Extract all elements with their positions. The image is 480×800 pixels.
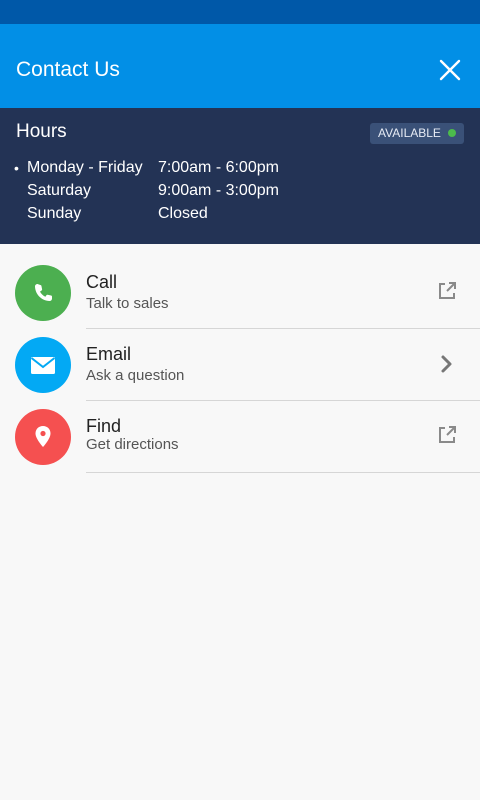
contact-item-find[interactable]: Find Get directions xyxy=(0,401,480,473)
app-bar: Contact Us xyxy=(0,24,480,108)
close-icon xyxy=(439,59,461,81)
chevron-right-icon[interactable] xyxy=(436,353,458,375)
envelope-icon-circle xyxy=(15,337,71,393)
status-dot-icon xyxy=(448,129,456,137)
contact-subtitle: Get directions xyxy=(86,436,179,453)
hours-day: Saturday xyxy=(27,182,92,199)
hours-time: Closed xyxy=(158,205,208,222)
bullet-icon: • xyxy=(14,160,19,176)
status-badge: AVAILABLE xyxy=(370,123,464,144)
external-link-icon[interactable] xyxy=(436,280,458,302)
phone-icon-circle xyxy=(15,265,71,321)
divider xyxy=(86,472,480,473)
contact-title: Find xyxy=(86,416,122,436)
status-bar xyxy=(0,0,480,24)
hours-time: 7:00am - 6:00pm xyxy=(158,159,279,176)
page-title: Contact Us xyxy=(16,58,120,81)
hours-day: Monday - Friday xyxy=(27,159,143,176)
contact-item-call[interactable]: Call Talk to sales xyxy=(0,257,480,329)
status-badge-label: AVAILABLE xyxy=(378,126,441,140)
phone-icon xyxy=(35,284,52,301)
external-link-icon[interactable] xyxy=(436,424,458,446)
contact-title: Call xyxy=(86,272,118,292)
close-button[interactable] xyxy=(434,54,466,86)
contact-title: Email xyxy=(86,344,132,364)
hours-time: 9:00am - 3:00pm xyxy=(158,182,279,199)
hours-row: Saturday 9:00am - 3:00pm xyxy=(0,180,480,202)
contact-item-email[interactable]: Email Ask a question xyxy=(0,329,480,401)
map-pin-icon-circle xyxy=(15,409,71,465)
contact-subtitle: Ask a question xyxy=(86,367,185,384)
hours-title: Hours xyxy=(16,121,67,142)
hours-row: Sunday Closed xyxy=(0,203,480,225)
hours-day: Sunday xyxy=(27,205,82,222)
envelope-icon xyxy=(30,357,56,374)
hours-panel: Hours AVAILABLE • Monday - Friday 7:00am… xyxy=(0,108,480,244)
map-pin-icon xyxy=(35,426,51,447)
contact-subtitle: Talk to sales xyxy=(86,295,169,312)
hours-row: • Monday - Friday 7:00am - 6:00pm xyxy=(0,157,480,179)
